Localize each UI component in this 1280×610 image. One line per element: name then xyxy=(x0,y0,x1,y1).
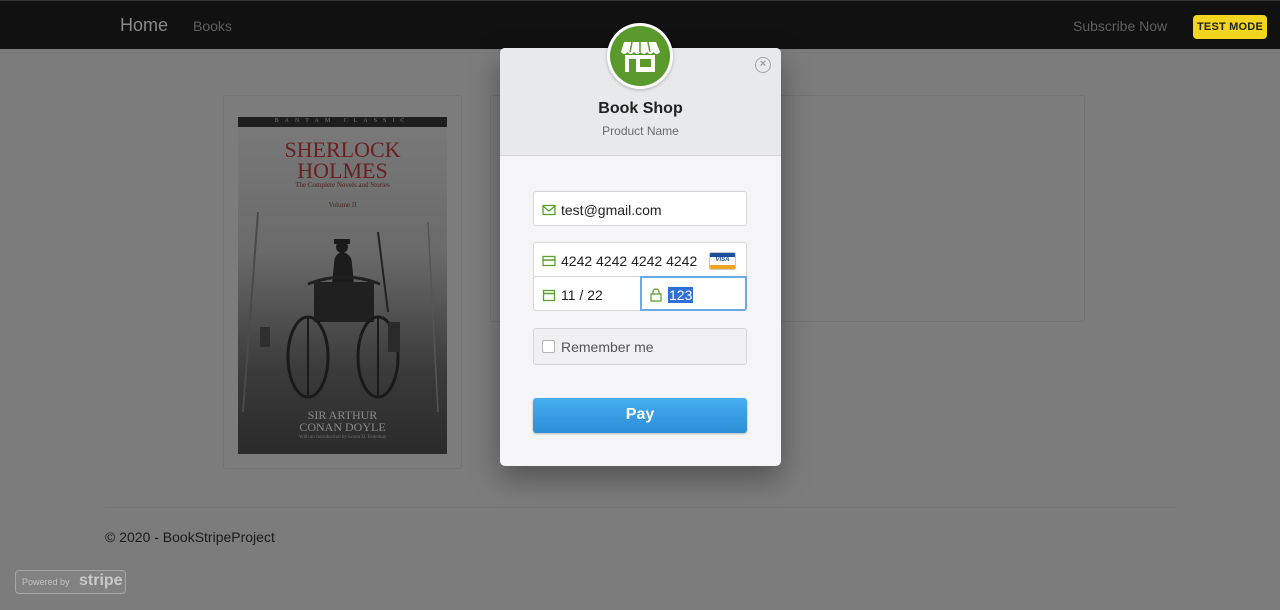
cover-author: SIR ARTHUR CONAN DOYLE xyxy=(238,409,447,433)
powered-by-label: Powered by xyxy=(22,577,70,587)
cover-intro: With an Introduction by Loren D. Estlema… xyxy=(298,435,387,440)
remember-me-row[interactable]: Remember me xyxy=(533,328,747,365)
cover-author-line2: CONAN DOYLE xyxy=(299,420,386,434)
cvc-value: 123 xyxy=(668,287,694,303)
expiry-field[interactable]: 11 / 22 xyxy=(533,276,641,311)
product-name: Product Name xyxy=(602,124,679,138)
cover-series-text: BANTAM CLASSIC xyxy=(274,118,411,124)
cover-subtitle: The Complete Novels and Stories xyxy=(295,181,390,189)
test-mode-badge: TEST MODE xyxy=(1193,15,1267,39)
cover-title: SHERLOCK HOLMES xyxy=(238,139,447,183)
cover-volume: Volume II xyxy=(328,201,357,209)
storefront-icon xyxy=(621,41,660,72)
card-brand-label: VISA xyxy=(715,257,730,263)
footer-divider xyxy=(105,507,1176,508)
visa-card-icon: VISA xyxy=(709,252,736,270)
close-icon: × xyxy=(759,58,767,70)
carriage-illustration xyxy=(242,212,439,412)
footer-copyright: © 2020 - BookStripeProject xyxy=(105,529,275,545)
pay-button[interactable]: Pay xyxy=(533,398,747,433)
shop-name: Book Shop xyxy=(598,100,683,117)
calendar-icon xyxy=(542,289,556,302)
nav-subscribe-link[interactable]: Subscribe Now xyxy=(1073,18,1167,34)
remember-me-label: Remember me xyxy=(561,339,654,355)
nav-home-link[interactable]: Home xyxy=(120,15,168,36)
close-button[interactable]: × xyxy=(755,57,771,73)
cover-title-line2: HOLMES xyxy=(297,158,388,183)
shop-logo xyxy=(610,26,670,86)
envelope-icon xyxy=(542,204,556,216)
email-value: test@gmail.com xyxy=(561,202,662,218)
card-number-field[interactable]: 4242 4242 4242 4242 VISA xyxy=(533,242,747,277)
book-cover-image[interactable]: BANTAM CLASSIC SHERLOCK HOLMES The Compl… xyxy=(238,117,447,454)
credit-card-icon xyxy=(542,255,556,267)
stripe-wordmark: stripe xyxy=(79,572,123,589)
nav-books-link[interactable]: Books xyxy=(193,18,232,34)
expiry-value: 11 / 22 xyxy=(561,287,603,303)
shop-logo-ring xyxy=(607,23,673,89)
cover-series-bar: BANTAM CLASSIC xyxy=(238,117,447,127)
powered-by-stripe-badge[interactable]: Powered by stripe xyxy=(15,570,126,594)
remember-me-checkbox[interactable] xyxy=(542,340,555,353)
cvc-field[interactable]: 123 xyxy=(640,276,747,311)
email-field[interactable]: test@gmail.com xyxy=(533,191,747,226)
lock-icon xyxy=(650,288,662,302)
checkout-modal: Book Shop Product Name × test@gmail.com xyxy=(500,23,781,466)
card-number-value: 4242 4242 4242 4242 xyxy=(561,253,698,269)
